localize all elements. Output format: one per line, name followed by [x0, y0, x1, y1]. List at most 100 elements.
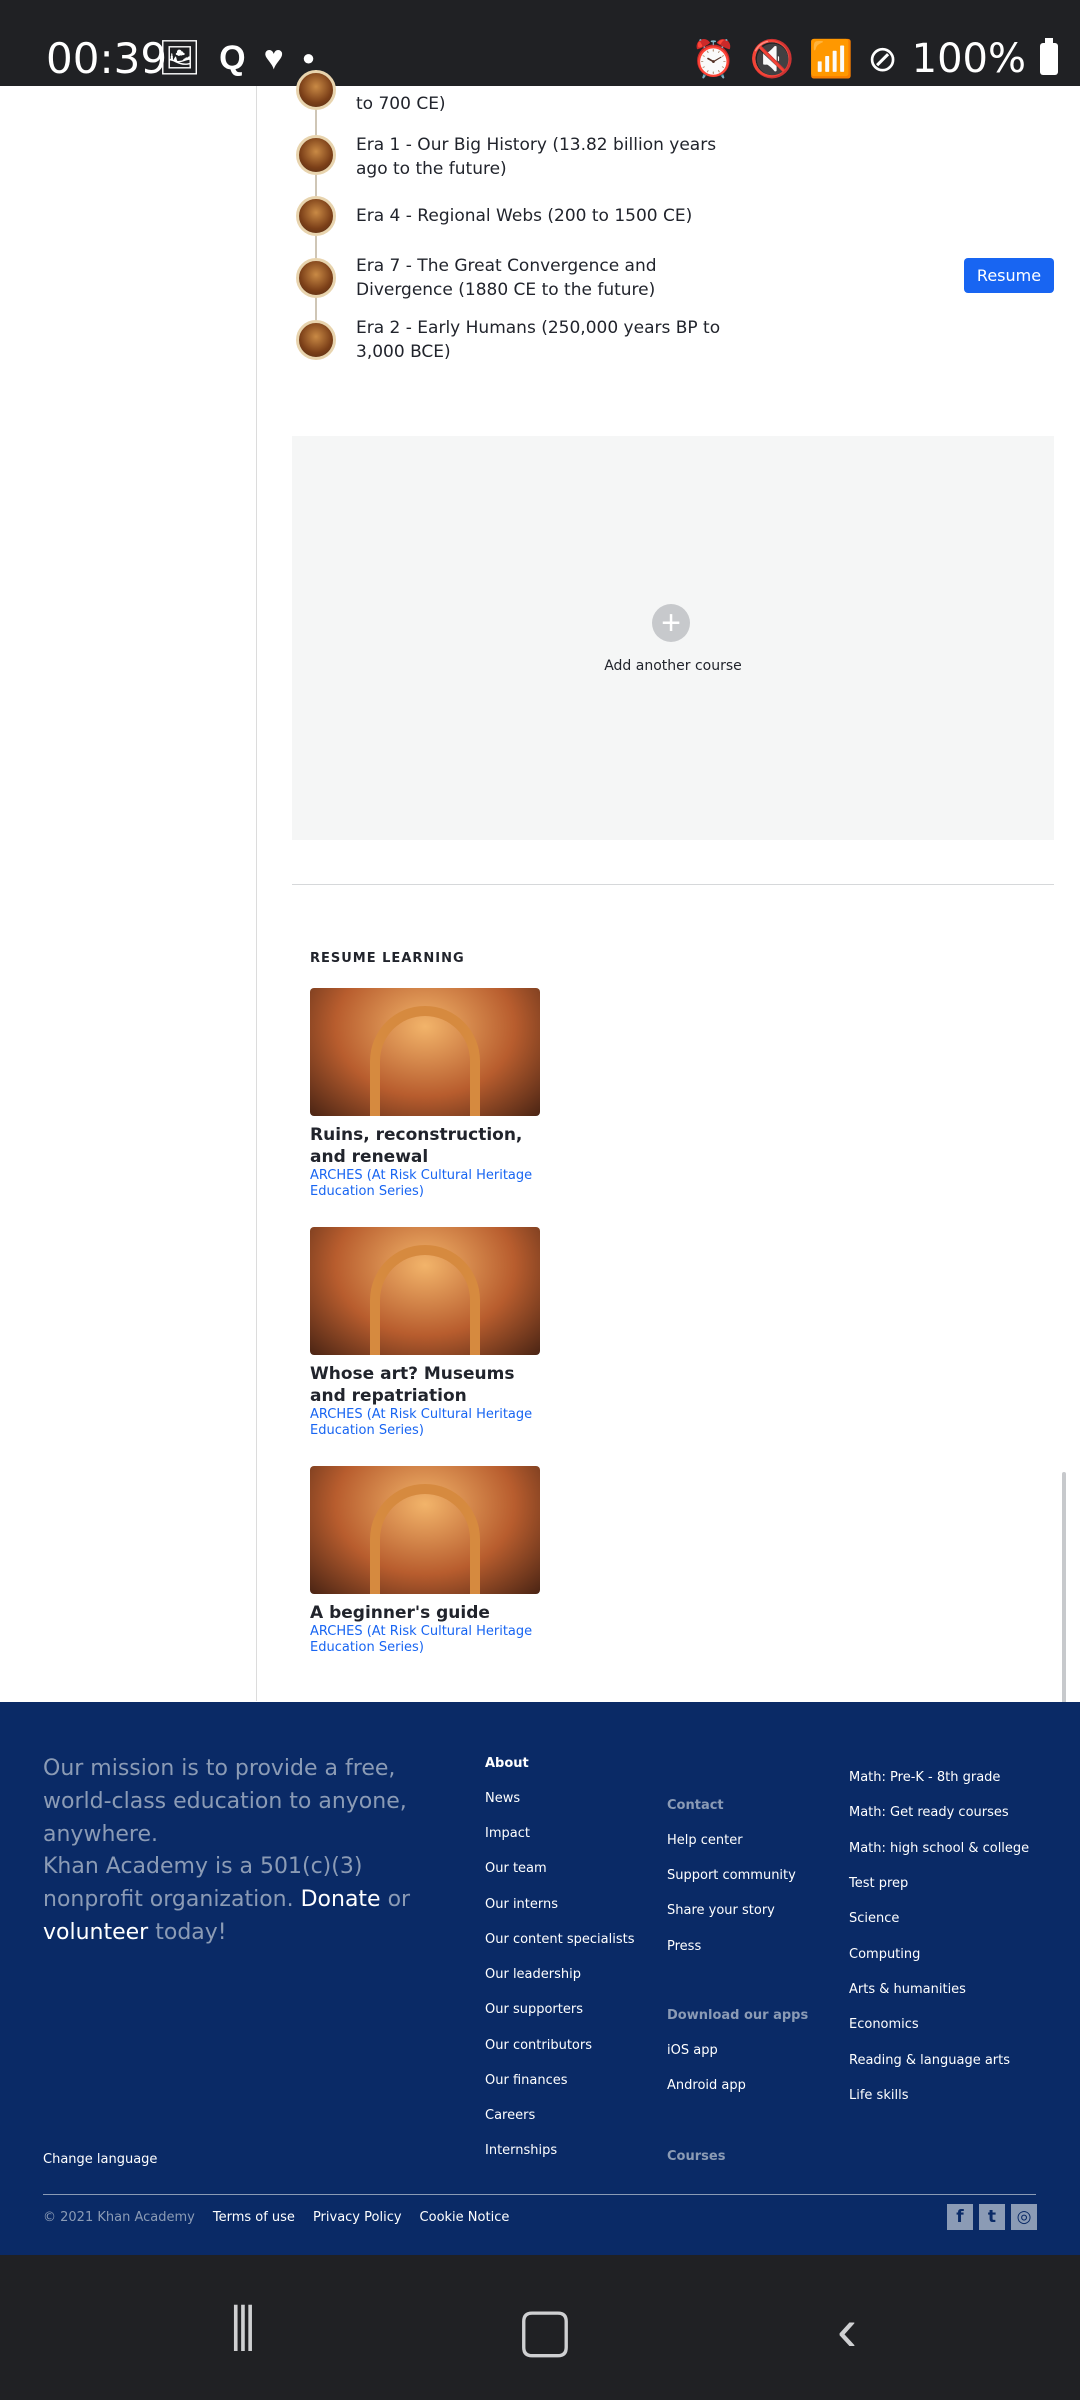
courses-heading: Courses — [667, 2149, 726, 2164]
footer-link[interactable]: Our content specialists — [485, 1932, 634, 1947]
resume-button[interactable]: Resume — [964, 258, 1054, 293]
wifi-icon: 📶 — [808, 38, 854, 79]
notification-icons: 🖼 Q ♥ ● — [158, 38, 315, 78]
system-icons: ⏰ 🔇 📶 ⊘ 100% — [691, 36, 1058, 82]
footer-legal: © 2021 Khan Academy Terms of use Privacy… — [43, 2210, 509, 2225]
era-thumbnail — [296, 320, 336, 360]
footer-link[interactable]: Math: Pre-K - 8th grade — [849, 1770, 1000, 1785]
footer-link[interactable]: Math: high school & college — [849, 1841, 1029, 1856]
image-icon: 🖼 — [158, 39, 202, 77]
footer-link[interactable]: Test prep — [849, 1876, 908, 1891]
footer-link[interactable]: Computing — [849, 1947, 920, 1962]
add-course-label: Add another course — [604, 658, 742, 674]
course-series-link[interactable]: ARCHES (At Risk Cultural Heritage Educat… — [310, 1168, 540, 1200]
footer-link[interactable]: iOS app — [667, 2043, 718, 2058]
copyright: © 2021 Khan Academy — [43, 2210, 195, 2225]
footer-link[interactable]: Arts & humanities — [849, 1982, 966, 1997]
about-heading: About — [485, 1756, 529, 1771]
apps-heading: Download our apps — [667, 2008, 809, 2023]
system-nav-bar: ⦀ ▢ ‹ — [0, 2255, 1080, 2400]
facebook-icon[interactable]: f — [947, 2204, 973, 2230]
volunteer-link[interactable]: volunteer — [43, 1920, 148, 1945]
era-label: to 700 CE) — [356, 94, 446, 114]
footer-link[interactable]: Help center — [667, 1833, 743, 1848]
era-label: Era 4 - Regional Webs (200 to 1500 CE) — [356, 206, 693, 226]
course-card[interactable]: A beginner's guide ARCHES (At Risk Cultu… — [310, 1466, 540, 1656]
status-bar: 00:39 🖼 Q ♥ ● ⏰ 🔇 📶 ⊘ 100% — [0, 0, 1080, 86]
recents-icon[interactable]: ⦀ — [198, 2295, 288, 2365]
era-thumbnail — [296, 70, 336, 110]
era-thumbnail — [296, 196, 336, 236]
era-label: Era 2 - Early Humans (250,000 years BP t… — [356, 318, 721, 362]
footer-link[interactable]: Reading & language arts — [849, 2053, 1010, 2068]
footer-link[interactable]: Our leadership — [485, 1967, 581, 1982]
footer-divider — [43, 2194, 1036, 2195]
cookie-link[interactable]: Cookie Notice — [420, 2210, 510, 2225]
era-thumbnail — [296, 258, 336, 298]
footer-link[interactable]: Our team — [485, 1861, 547, 1876]
instagram-icon[interactable]: ◎ — [1011, 2204, 1037, 2230]
or-text: or — [387, 1887, 411, 1912]
donate-link[interactable]: Donate — [301, 1887, 381, 1912]
era-label: Era 7 - The Great Convergence and Diverg… — [356, 256, 657, 300]
footer-subjects-column: Math: Pre-K - 8th grade Math: Get ready … — [849, 1770, 1049, 2110]
footer-link[interactable]: Internships — [485, 2143, 557, 2158]
today-text: today! — [155, 1920, 227, 1945]
home-icon[interactable]: ▢ — [500, 2295, 590, 2365]
back-icon[interactable]: ‹ — [802, 2295, 892, 2365]
course-title[interactable]: Ruins, reconstruction, and renewal — [310, 1124, 540, 1168]
contact-heading: Contact — [667, 1798, 724, 1813]
footer-link[interactable]: Press — [667, 1939, 701, 1954]
footer-about-column: About News Impact Our team Our interns O… — [485, 1756, 655, 2158]
status-time: 00:39 — [46, 34, 168, 83]
change-language-link[interactable]: Change language — [43, 2152, 157, 2167]
mission-statement: Our mission is to provide a free, world-… — [43, 1756, 407, 1847]
course-thumbnail[interactable] — [310, 1466, 540, 1594]
footer-link[interactable]: Life skills — [849, 2088, 908, 2103]
footer-link[interactable]: Our finances — [485, 2073, 568, 2088]
alarm-icon: ⏰ — [690, 38, 736, 79]
footer-link[interactable]: Our supporters — [485, 2002, 583, 2017]
block-icon: ⊘ — [867, 38, 898, 79]
course-title[interactable]: Whose art? Museums and repatriation — [310, 1363, 540, 1407]
footer-link[interactable]: Android app — [667, 2078, 746, 2093]
plus-icon: + — [652, 604, 690, 642]
footer-link[interactable]: Our interns — [485, 1897, 558, 1912]
footer-link[interactable]: Careers — [485, 2108, 535, 2123]
course-title[interactable]: A beginner's guide — [310, 1602, 540, 1624]
course-series-link[interactable]: ARCHES (At Risk Cultural Heritage Educat… — [310, 1624, 540, 1656]
battery-percent: 100% — [911, 36, 1026, 82]
footer: Our mission is to provide a free, world-… — [0, 1702, 1080, 2255]
footer-link[interactable]: News — [485, 1791, 520, 1806]
footer-link[interactable]: Economics — [849, 2017, 919, 2032]
dot-icon: ● — [301, 45, 316, 70]
nonprofit-statement: Khan Academy is a 501(c)(3) nonprofit or… — [43, 1850, 463, 1949]
footer-link[interactable]: Science — [849, 1911, 899, 1926]
mute-icon: 🔇 — [749, 38, 795, 79]
heart-icon: ♥ — [263, 38, 284, 77]
era-label: Era 1 - Our Big History (13.82 billion y… — [356, 135, 717, 179]
era-thumbnail — [296, 135, 336, 175]
footer-link[interactable]: Our contributors — [485, 2038, 592, 2053]
social-links: f t ◎ — [947, 2204, 1037, 2230]
footer-link[interactable]: Math: Get ready courses — [849, 1805, 1009, 1820]
footer-link[interactable]: Impact — [485, 1826, 530, 1841]
footer-link[interactable]: Share your story — [667, 1903, 775, 1918]
privacy-link[interactable]: Privacy Policy — [313, 2210, 402, 2225]
footer-contact-column: Contact Help center Support community Sh… — [667, 1798, 837, 2164]
course-thumbnail[interactable] — [310, 1227, 540, 1355]
course-card[interactable]: Whose art? Museums and repatriation ARCH… — [310, 1227, 540, 1439]
footer-link[interactable]: Support community — [667, 1868, 796, 1883]
battery-icon — [1040, 38, 1058, 75]
add-course-card[interactable]: + Add another course — [292, 436, 1054, 840]
course-series-link[interactable]: ARCHES (At Risk Cultural Heritage Educat… — [310, 1407, 540, 1439]
scrollbar-thumb[interactable] — [1062, 1472, 1066, 1712]
course-card[interactable]: Ruins, reconstruction, and renewal ARCHE… — [310, 988, 540, 1200]
sidebar-divider — [256, 86, 257, 1701]
twitter-icon[interactable]: t — [979, 2204, 1005, 2230]
section-divider — [292, 884, 1054, 885]
course-thumbnail[interactable] — [310, 988, 540, 1116]
resume-learning-heading: RESUME LEARNING — [310, 951, 465, 966]
terms-link[interactable]: Terms of use — [213, 2210, 295, 2225]
q-icon: Q — [219, 38, 246, 77]
